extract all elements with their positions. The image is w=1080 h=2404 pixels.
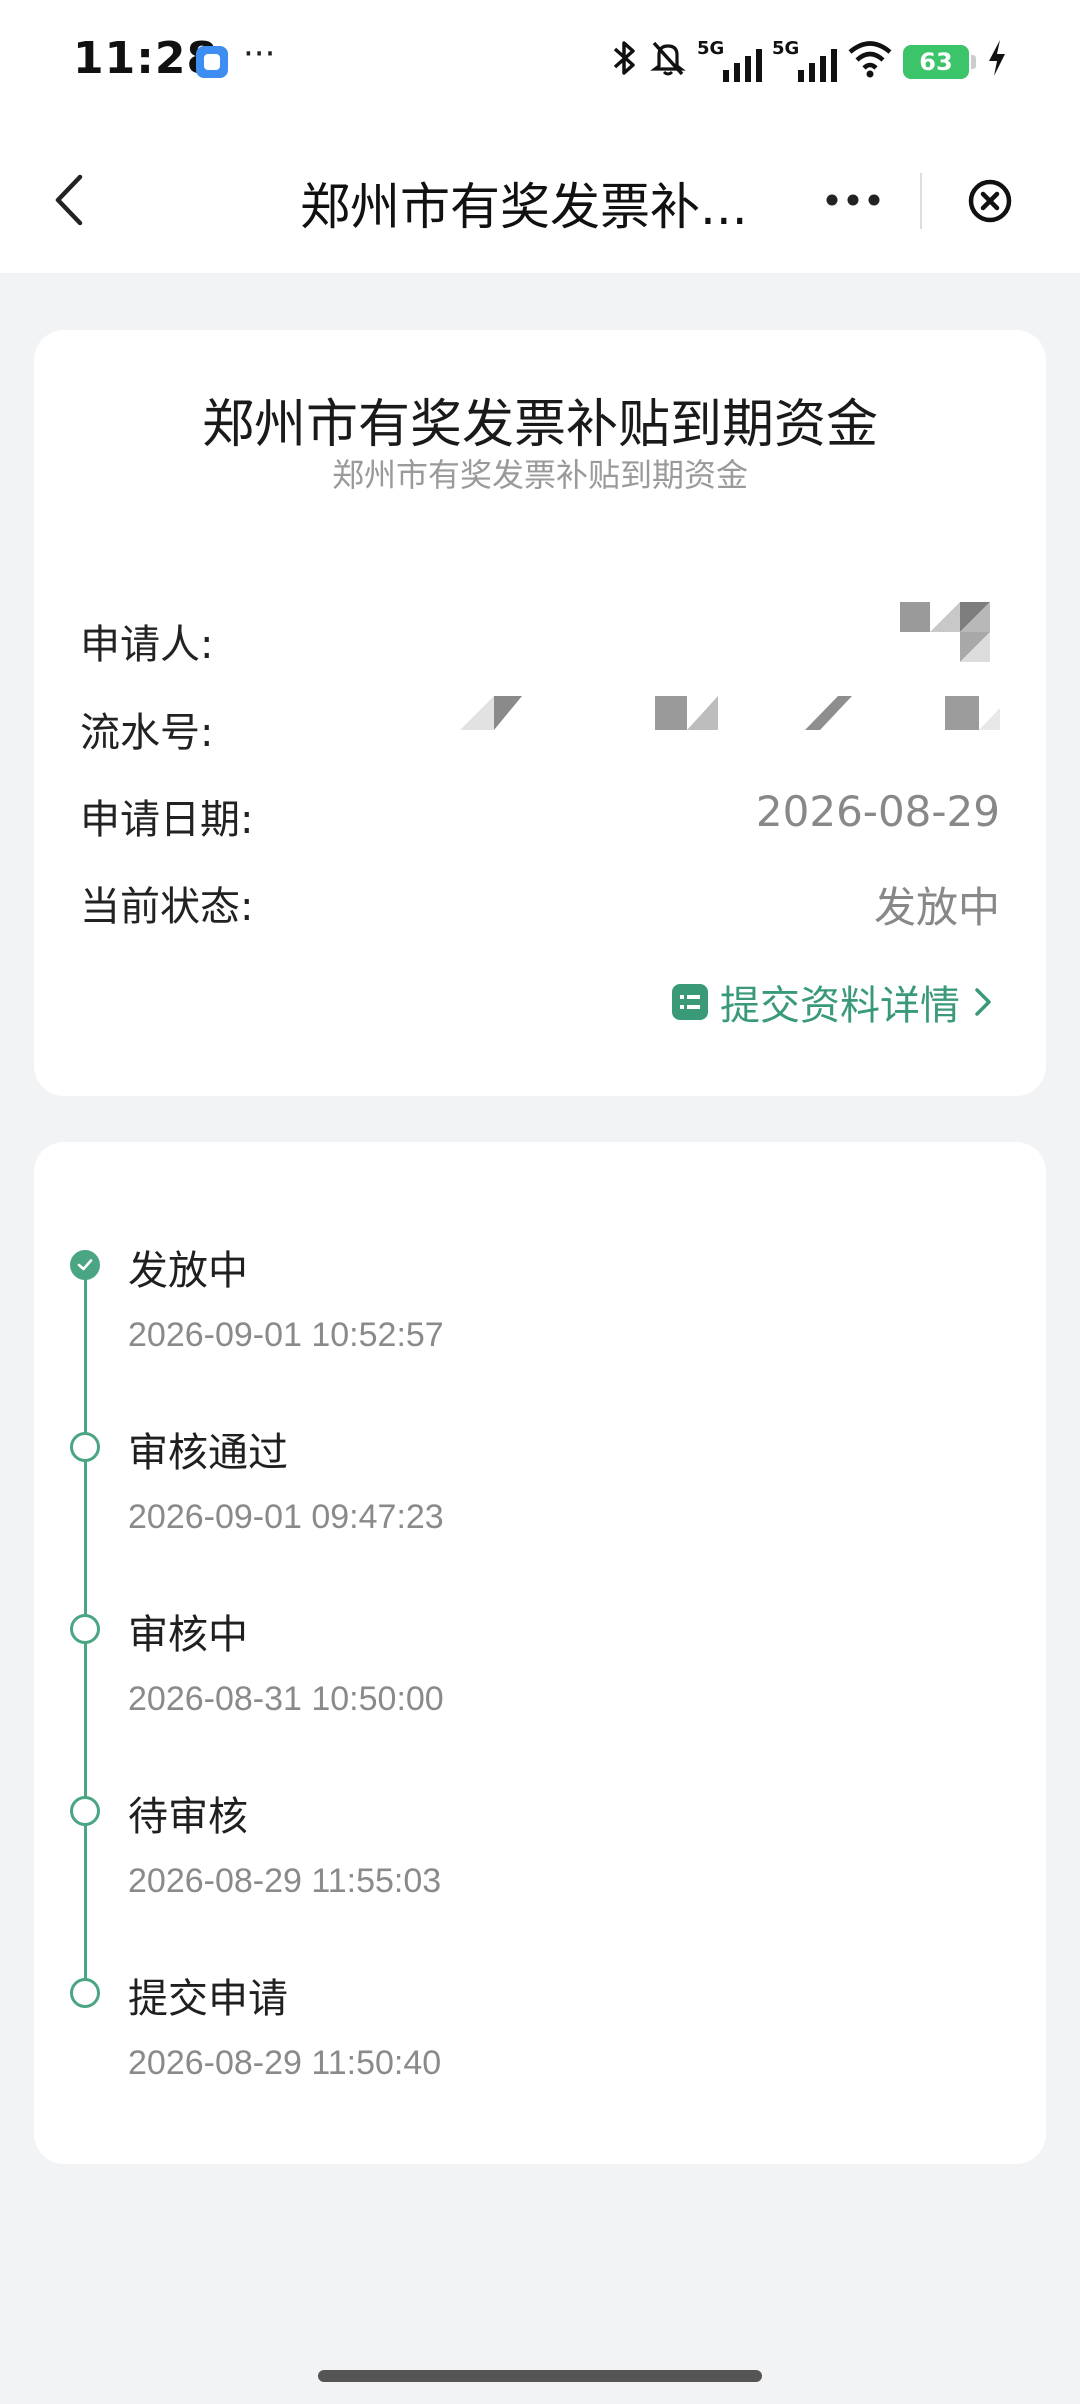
progress-timeline-card: 发放中 2026-09-01 10:52:57 审核通过 2026-09-01 …: [34, 1142, 1046, 2164]
bluetooth-icon: [609, 38, 639, 87]
current-status-label: 当前状态:: [80, 884, 254, 930]
timeline-status: 审核通过: [128, 1430, 288, 1476]
timeline-time: 2026-08-29 11:55:03: [128, 1862, 442, 1900]
apply-date-label: 申请日期:: [80, 797, 254, 843]
timeline-time: 2026-09-01 10:52:57: [128, 1316, 444, 1354]
card-subtitle: 郑州市有奖发票补贴到期资金: [331, 456, 748, 494]
timeline-item: 待审核 2026-08-29 11:55:03: [34, 1776, 1046, 1946]
network-type-label: 5G: [697, 38, 725, 59]
application-info-card: 郑州市有奖发票补贴到期资金 郑州市有奖发票补贴到期资金 申请人: 流水号: 申请…: [34, 330, 1046, 1096]
page-title: 郑州市有奖发票补...: [300, 178, 748, 236]
timeline-item: 审核通过 2026-09-01 09:47:23: [34, 1412, 1046, 1582]
card-title: 郑州市有奖发票补贴到期资金: [201, 395, 878, 455]
home-indicator[interactable]: [318, 2370, 762, 2382]
timeline-time: 2026-09-01 09:47:23: [128, 1498, 444, 1536]
list-icon: [672, 984, 708, 1020]
redacted-serial-mosaic: [460, 696, 1000, 730]
timeline-node-icon: [70, 1432, 100, 1462]
current-status-value: 发放中: [873, 883, 1000, 932]
timeline-status: 待审核: [128, 1794, 248, 1840]
status-icons: 5G 5G 63: [609, 34, 1008, 90]
timeline-node-icon: [70, 1978, 100, 2008]
network-type-label: 5G: [772, 38, 800, 59]
charging-icon: [986, 38, 1008, 86]
timeline-node-icon: [70, 1796, 100, 1826]
redacted-applicant-mosaic: [900, 602, 990, 662]
timeline-item: 审核中 2026-08-31 10:50:00: [34, 1594, 1046, 1764]
timeline-status: 发放中: [128, 1248, 248, 1294]
current-status-row: 当前状态: 发放中: [80, 874, 1000, 934]
signal-icon: 5G: [697, 38, 762, 82]
nav-divider: [920, 173, 922, 229]
timeline-item: 发放中 2026-09-01 10:52:57: [34, 1230, 1046, 1400]
applicant-row: 申请人:: [80, 602, 1000, 672]
back-arrow-icon[interactable]: [42, 165, 102, 235]
mute-bell-icon: [649, 38, 687, 87]
apply-date-value: 2026-08-29: [755, 787, 1000, 836]
details-link-label: 提交资料详情: [720, 983, 960, 1029]
timeline-time: 2026-08-29 11:50:40: [128, 2044, 442, 2082]
timeline-node-icon: [70, 1614, 100, 1644]
timeline-status: 审核中: [128, 1612, 248, 1658]
close-icon[interactable]: [966, 177, 1014, 225]
app-notification-icon: [196, 46, 228, 78]
check-circle-icon: [70, 1250, 100, 1280]
battery-icon: 63: [903, 45, 969, 79]
status-bar: 11:28 ··· 5G 5G 63: [0, 0, 1080, 125]
applicant-label: 申请人:: [80, 622, 214, 668]
timeline-status: 提交申请: [128, 1976, 288, 2022]
navigation-bar: 郑州市有奖发票补...: [0, 125, 1080, 273]
signal-icon: 5G: [772, 38, 837, 82]
timeline-time: 2026-08-31 10:50:00: [128, 1680, 444, 1718]
chevron-right-icon: [975, 988, 991, 1016]
battery-tip: [971, 55, 976, 69]
status-more-icon: ···: [243, 34, 276, 74]
serial-number-label: 流水号:: [80, 710, 214, 756]
timeline-item: 提交申请 2026-08-29 11:50:40: [34, 1958, 1046, 2128]
wifi-icon: [847, 38, 893, 87]
submitted-details-link[interactable]: 提交资料详情: [672, 976, 994, 1029]
more-options-icon[interactable]: [824, 185, 882, 215]
apply-date-row: 申请日期: 2026-08-29: [80, 787, 1000, 847]
serial-number-row: 流水号:: [80, 696, 1000, 760]
